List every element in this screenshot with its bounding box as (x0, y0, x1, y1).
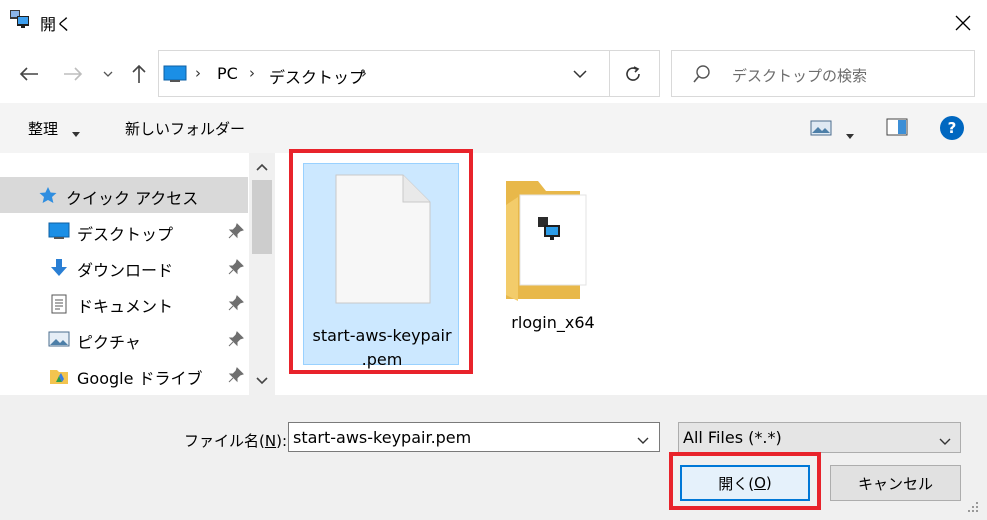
document-icon (48, 294, 70, 314)
folder-icon[interactable] (494, 175, 594, 307)
breadcrumb-separator-icon: › (361, 64, 367, 82)
desktop-icon (48, 222, 70, 240)
nav-scrollbar[interactable] (249, 153, 275, 395)
search-icon (692, 64, 712, 88)
close-icon[interactable] (948, 8, 978, 38)
change-view-icon[interactable] (810, 120, 832, 140)
folder-name: rlogin_x64 (511, 313, 595, 332)
nav-item-downloads[interactable]: ダウンロード (0, 249, 248, 285)
nav-item-label: Google ドライブ (77, 369, 203, 388)
caret-down-icon[interactable] (72, 123, 80, 141)
search-box[interactable]: デスクトップの検索 (671, 50, 975, 97)
pin-icon[interactable] (228, 367, 244, 387)
window-title: 開く (40, 15, 73, 34)
file-type-chevron-icon[interactable] (939, 432, 951, 450)
nav-item-label: ピクチャ (77, 333, 141, 352)
pc-icon (163, 65, 187, 87)
app-icon (8, 8, 30, 30)
nav-item-google-drive[interactable]: Google ドライブ (0, 357, 248, 393)
search-placeholder: デスクトップの検索 (732, 67, 868, 85)
nav-item-label: ダウンロード (77, 261, 174, 280)
file-type-value: All Files (*.*) (683, 428, 782, 447)
nav-item-desktop[interactable]: デスクトップ (0, 213, 248, 249)
scroll-up-icon[interactable] (249, 157, 275, 177)
filename-value: start-aws-keypair.pem (293, 428, 472, 447)
pin-icon[interactable] (228, 223, 244, 243)
filename-input[interactable]: start-aws-keypair.pem (288, 422, 660, 452)
breadcrumb-separator-icon: › (195, 64, 201, 82)
nav-item-documents[interactable]: ドキュメント (0, 285, 248, 321)
new-folder-button[interactable]: 新しいフォルダー (125, 118, 245, 139)
caret-down-icon[interactable] (846, 125, 854, 143)
dialog-footer: ファイル名(N): start-aws-keypair.pem All File… (0, 395, 987, 520)
forward-arrow-icon[interactable] (60, 60, 86, 88)
organize-button[interactable]: 整理 (28, 118, 58, 139)
up-arrow-icon[interactable] (127, 60, 151, 88)
star-icon (38, 186, 60, 204)
refresh-icon[interactable] (619, 61, 647, 87)
address-bar[interactable]: › PC › デスクトップ › (158, 50, 660, 97)
scroll-down-icon[interactable] (249, 371, 275, 391)
address-dropdown-chevron-icon[interactable] (573, 65, 587, 83)
breadcrumb-desktop[interactable]: デスクトップ (269, 64, 365, 88)
highlight-box (289, 149, 473, 374)
help-icon[interactable]: ? (940, 116, 964, 140)
command-toolbar: 整理 新しいフォルダー ? (0, 103, 987, 153)
pictures-icon (48, 330, 70, 348)
cancel-button[interactable]: キャンセル (830, 465, 961, 501)
nav-item-label: デスクトップ (77, 225, 174, 244)
pin-icon[interactable] (228, 295, 244, 315)
back-arrow-icon[interactable] (16, 60, 42, 88)
download-arrow-icon (48, 258, 70, 276)
filename-dropdown-chevron-icon[interactable] (637, 431, 649, 449)
pin-icon[interactable] (228, 331, 244, 351)
title-bar: 開く (0, 0, 987, 44)
nav-item-pictures[interactable]: ピクチャ (0, 321, 248, 357)
nav-item-label: ドキュメント (77, 297, 174, 316)
scrollbar-thumb[interactable] (252, 180, 272, 254)
nav-item-label: クイック アクセス (66, 189, 199, 208)
navigation-pane: クイック アクセス デスクトップ ダウンロード ドキュメント ピクチャ Goog… (0, 153, 275, 395)
breadcrumb-separator-icon: › (249, 64, 255, 82)
nav-item-quick-access[interactable]: クイック アクセス (0, 177, 248, 213)
recent-locations-chevron-icon[interactable] (98, 60, 118, 88)
preview-pane-icon[interactable] (886, 118, 908, 140)
google-drive-icon (48, 366, 70, 384)
divider (609, 51, 610, 96)
highlight-box (669, 452, 821, 510)
filename-label: ファイル名(N): (184, 432, 287, 450)
pin-icon[interactable] (228, 259, 244, 279)
resize-grip-icon[interactable] (964, 500, 980, 518)
file-type-select[interactable]: All Files (*.*) (678, 422, 961, 453)
breadcrumb-pc[interactable]: PC (217, 64, 238, 83)
